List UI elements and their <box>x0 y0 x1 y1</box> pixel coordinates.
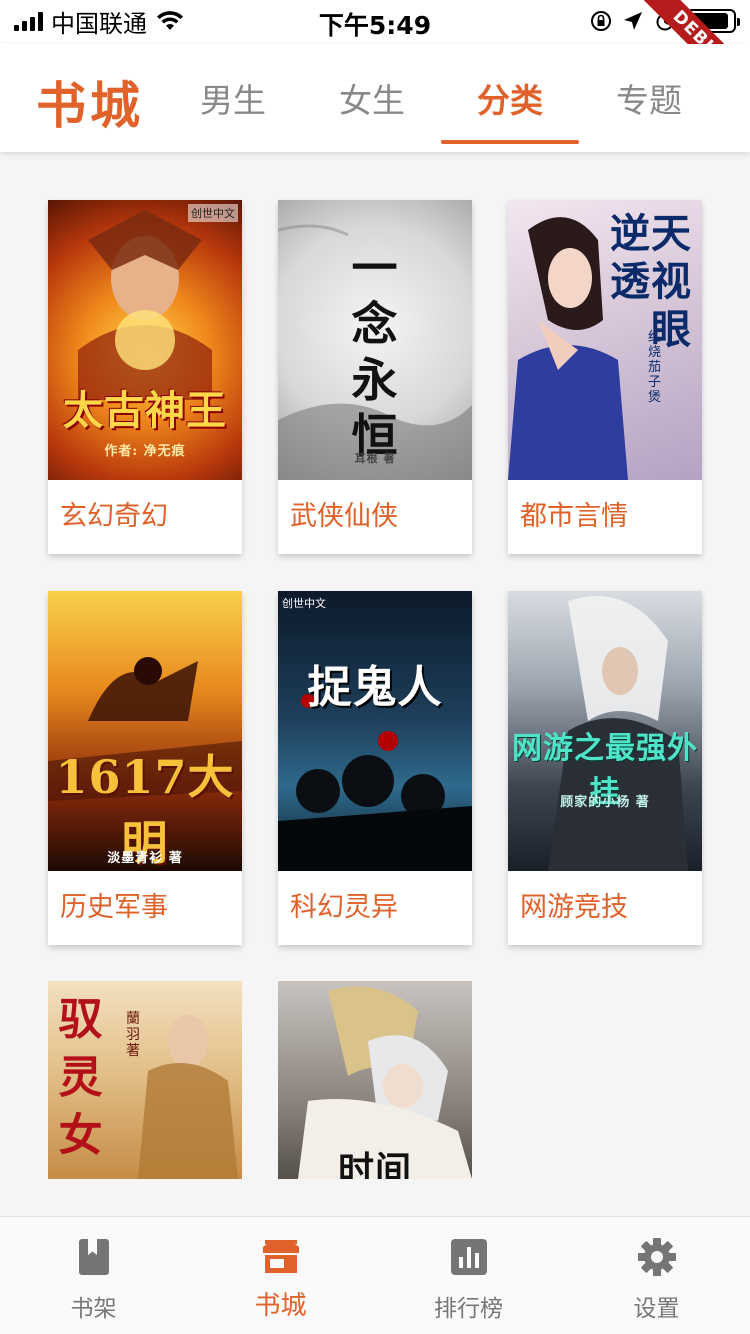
category-label: 科幻灵异 <box>290 892 398 923</box>
category-card-wangyou[interactable]: 网游之最强外挂 顾家的小杨 著 网游竞技 <box>508 591 702 945</box>
nav-ranking[interactable]: 排行榜 <box>375 1217 562 1334</box>
category-card-7[interactable]: 驭灵女 蘭羽 著 <box>48 981 242 1179</box>
battery-icon <box>686 9 740 33</box>
nav-bookshelf[interactable]: 书架 <box>0 1217 187 1334</box>
active-tab-indicator <box>441 140 579 144</box>
book-cover: 网游之最强外挂 顾家的小杨 著 <box>508 591 702 871</box>
category-label: 都市言情 <box>520 501 628 532</box>
nav-label: 设置 <box>633 1296 680 1322</box>
cover-author: 蘭羽 著 <box>126 1011 140 1059</box>
tab-female[interactable]: 女生 <box>302 74 442 122</box>
book-cover: 一念永恒 耳根 著 <box>278 200 472 480</box>
book-cover: 捉鬼人 创世中文 <box>278 591 472 871</box>
category-label: 玄幻奇幻 <box>60 501 168 532</box>
cover-author: 耳根 著 <box>354 452 396 465</box>
nav-settings[interactable]: 设置 <box>563 1217 750 1334</box>
book-cover: 逆天透视眼 红烧茄子煲 <box>508 200 702 480</box>
category-card-wuxia[interactable]: 一念永恒 耳根 著 武侠仙侠 <box>278 200 472 554</box>
book-cover: 太古神王 作者: 净无痕 创世中文 <box>48 200 242 480</box>
cover-title: 一念永恒 <box>351 241 399 463</box>
cover-title: 驭灵女 <box>58 994 104 1161</box>
category-card-lishi[interactable]: 1617大明 淡墨青衫 著 历史军事 <box>48 591 242 945</box>
tab-male[interactable]: 男生 <box>163 74 303 122</box>
book-cover: 时间 <box>278 981 472 1179</box>
category-card-dushi[interactable]: 逆天透视眼 红烧茄子煲 都市言情 <box>508 200 702 554</box>
cover-title: 太古神王 <box>63 387 227 434</box>
app-title: 书城 <box>36 76 144 135</box>
cover-author: 红烧茄子煲 <box>648 330 662 405</box>
category-card-xuanhuan[interactable]: 太古神王 作者: 净无痕 创世中文 玄幻奇幻 <box>48 200 242 554</box>
status-right <box>590 8 740 34</box>
category-label: 历史军事 <box>60 892 168 923</box>
category-label: 网游竞技 <box>520 892 628 923</box>
bookmark-book-icon <box>78 1239 109 1275</box>
nav-label: 排行榜 <box>434 1296 503 1322</box>
nav-store[interactable]: 书城 <box>187 1217 374 1334</box>
category-card-8[interactable]: 时间 <box>278 981 472 1179</box>
top-header: 书城 男生 女生 分类 专题 <box>0 44 750 152</box>
cover-title: 捉鬼人 <box>307 662 443 713</box>
cover-author: 顾家的小杨 著 <box>560 795 650 810</box>
cover-author: 淡墨青衫 著 <box>107 851 183 866</box>
rotation-lock-icon <box>591 11 611 31</box>
store-icon <box>262 1240 299 1273</box>
nav-label: 书城 <box>254 1291 307 1321</box>
tab-topics[interactable]: 专题 <box>579 74 719 122</box>
location-arrow-icon <box>624 12 642 30</box>
cover-title: 时间 <box>337 1149 412 1179</box>
bar-chart-icon <box>450 1239 487 1275</box>
cover-title: 逆天透视眼 <box>610 210 692 353</box>
tab-category[interactable]: 分类 <box>440 74 580 122</box>
bottom-nav: 书架 书城 排行榜 设置 <box>0 1216 750 1334</box>
cover-author: 作者: 净无痕 <box>104 444 186 459</box>
category-label: 武侠仙侠 <box>290 501 398 532</box>
book-cover: 1617大明 淡墨青衫 著 <box>48 591 242 871</box>
book-cover: 驭灵女 蘭羽 著 <box>48 981 242 1179</box>
gear-icon <box>637 1238 676 1276</box>
category-card-kehuan[interactable]: 捉鬼人 创世中文 科幻灵异 <box>278 591 472 945</box>
nav-label: 书架 <box>70 1296 117 1322</box>
status-bar: 中国联通 下午5:49 <box>0 0 750 44</box>
alarm-icon <box>656 13 674 31</box>
publisher-badge: 创世中文 <box>188 204 238 222</box>
publisher-badge: 创世中文 <box>282 597 326 610</box>
